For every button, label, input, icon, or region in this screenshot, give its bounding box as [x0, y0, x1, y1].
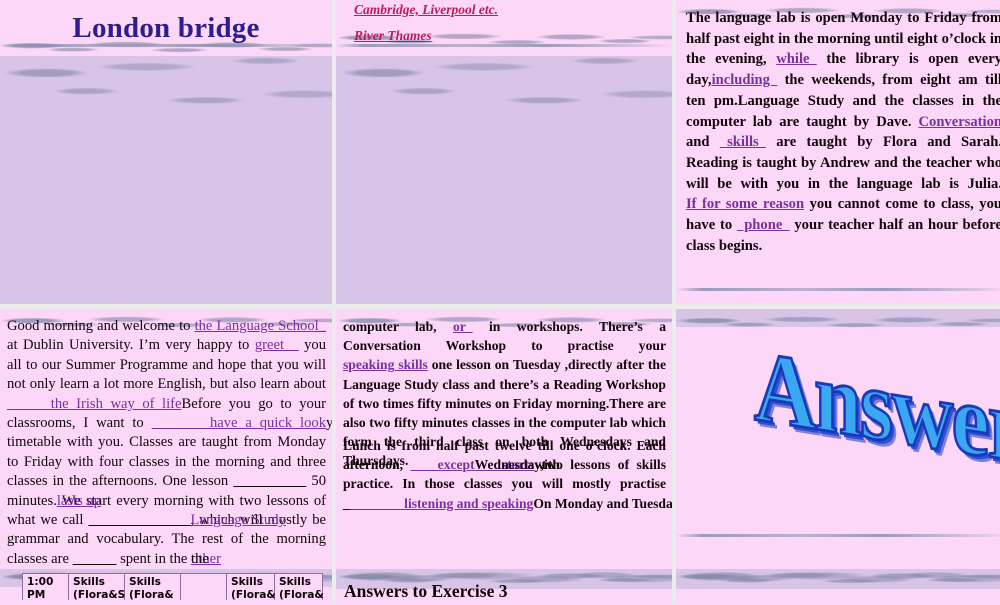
answer-have-a-quick-look: have a quick look: [151, 415, 326, 432]
answer-language-study: Language Study: [190, 512, 286, 529]
answer-or: or: [452, 319, 473, 334]
cell-wednesday: [180, 573, 227, 600]
timetable-continued[interactable]: 1:00 PM Skills (Flora&S Skills (Flora& S…: [22, 573, 324, 600]
answer-except: except: [410, 457, 475, 473]
answer-speaking-skills: speaking skills: [343, 357, 428, 373]
slide-bottom-right[interactable]: [676, 569, 1000, 600]
table-row: 1:00 PM Skills (Flora&S Skills (Flora& S…: [22, 573, 324, 600]
slide-places[interactable]: Cambridge, Liverpool etc. River Thames: [336, 0, 672, 304]
answer-greet: greet: [254, 337, 299, 354]
text-segment: and: [686, 134, 720, 151]
answer-skills: skills: [719, 134, 767, 151]
bottom-strip: 1:00 PM Skills (Flora&S Skills (Flora& S…: [0, 569, 1000, 600]
slide-grid: London bridge Cambridge, Liverpool etc. …: [0, 0, 1000, 605]
decorative-line: [676, 288, 1000, 291]
slide-answers-wordart[interactable]: Answers: [676, 309, 1000, 605]
text-segment-overlap: the: [191, 550, 209, 567]
answer-if-for-some-reason: If for some reason: [686, 196, 805, 213]
slide-answers-3[interactable]: Answers to Exercise 3: [336, 569, 672, 600]
answer-including: including: [711, 72, 778, 89]
slide-title[interactable]: London bridge: [0, 0, 332, 304]
answer-listening-and-speaking: listening and speaking: [349, 495, 534, 511]
slide-timetable-continued[interactable]: 1:00 PM Skills (Flora&S Skills (Flora& S…: [0, 569, 332, 600]
panel: [676, 589, 1000, 600]
text-segment-overlap: On Monday and Tuesday they are followed …: [533, 495, 672, 511]
cell-time: 1:00 PM: [22, 573, 69, 600]
slide-language-lab-text[interactable]: The language lab is open Monday to Frida…: [676, 0, 1000, 304]
language-lab-paragraph: The language lab is open Monday to Frida…: [686, 8, 1000, 256]
text-segment-overlap: with: [534, 457, 560, 473]
cell-thursday: Skills (Flora&: [226, 573, 276, 600]
slide-workshops-text[interactable]: computer lab, or in workshops. There’s a…: [336, 309, 672, 605]
link-river-thames[interactable]: River Thames: [354, 28, 432, 44]
answer-the-language-school: the Language School: [194, 318, 319, 334]
decorative-line: [676, 534, 1000, 537]
answers-exercise-3-heading: Answers to Exercise 3: [344, 581, 508, 600]
welcome-paragraph: Good morning and welcome to the Language…: [7, 317, 332, 569]
decorative-line: [336, 44, 672, 47]
answer-conversation: Conversation: [918, 113, 1000, 130]
cell-monday: Skills (Flora&S: [68, 573, 125, 600]
text-segment: spent in the: [116, 550, 192, 567]
slide-welcome-text[interactable]: Good morning and welcome to the Language…: [0, 309, 332, 605]
lunch-paragraph: Lunch is from half past twelve till one …: [343, 436, 672, 513]
text-segment-overlap: your weekly: [326, 415, 332, 432]
answer-irish-way-of-life: the Irish way of life: [7, 395, 182, 412]
text-segment: Good morning and welcome to: [7, 318, 195, 334]
link-cambridge-liverpool[interactable]: Cambridge, Liverpool etc.: [354, 2, 498, 18]
page-title: London bridge: [72, 12, 260, 44]
cell-tuesday: Skills (Flora&: [124, 573, 181, 600]
text-segment: computer lab,: [343, 319, 453, 334]
answer-while: while: [776, 51, 817, 68]
cell-friday: Skills (Flora&: [274, 573, 324, 600]
answer-phone: phone: [736, 217, 790, 234]
answer-lasts-up: lasts up: [56, 492, 102, 509]
